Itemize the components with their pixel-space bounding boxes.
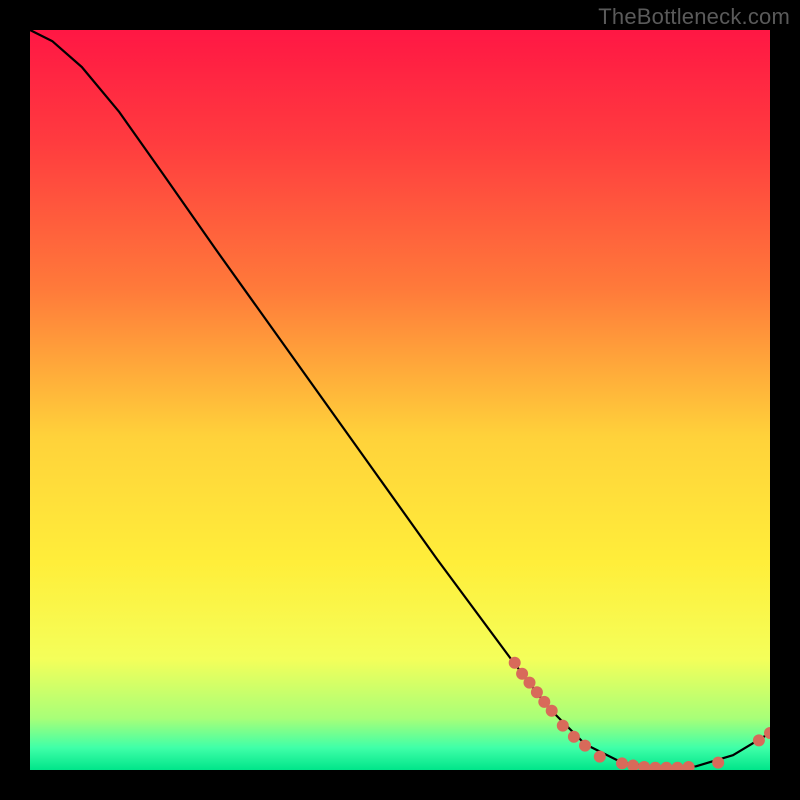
watermark-text: TheBottleneck.com (598, 4, 790, 30)
plot-area (30, 30, 770, 770)
heat-gradient-background (30, 30, 770, 770)
